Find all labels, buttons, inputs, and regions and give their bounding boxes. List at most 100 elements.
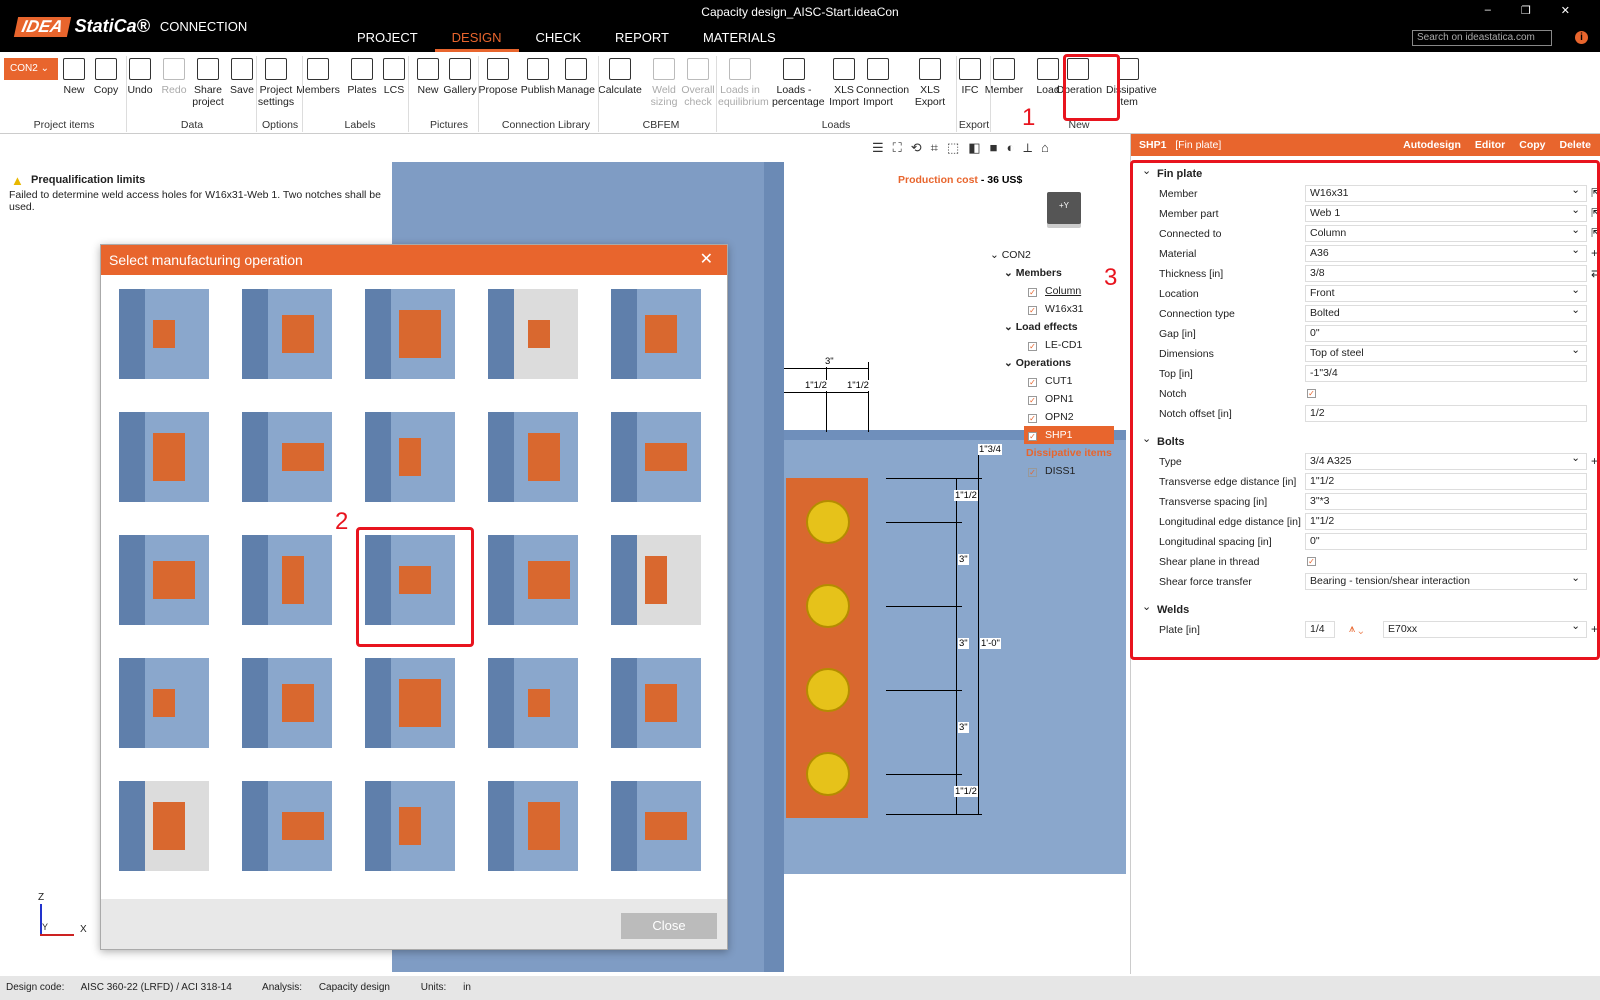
tab-report[interactable]: REPORT xyxy=(598,30,686,52)
operation-option[interactable] xyxy=(242,289,332,379)
operation-option[interactable] xyxy=(119,781,209,871)
fit-icon[interactable]: ⛶ xyxy=(893,140,902,156)
tree-item-column[interactable]: ✓ Column xyxy=(990,282,1114,300)
tree-item-opn2[interactable]: ✓ OPN2 xyxy=(990,408,1114,426)
checkbox[interactable]: ✓ xyxy=(1028,342,1037,351)
production-cost-value: - 36 US$ xyxy=(980,174,1023,186)
ribbon-button-member[interactable]: Member xyxy=(982,58,1026,96)
ribbon-button-manage[interactable]: Manage xyxy=(554,58,598,96)
ribbon-button-connection-import[interactable]: Connection Import xyxy=(856,58,909,108)
tree-item-shp1[interactable]: ✓ SHP1 xyxy=(1024,426,1114,444)
delete-button[interactable]: Delete xyxy=(1559,134,1591,156)
member-icon xyxy=(993,58,1015,80)
operation-option[interactable] xyxy=(119,535,209,625)
thumbnail-plate xyxy=(528,802,560,850)
checkbox[interactable]: ✓ xyxy=(1028,396,1037,405)
ribbon-button-propose[interactable]: Propose xyxy=(476,58,520,96)
info-icon[interactable]: i xyxy=(1575,31,1588,44)
minimize-button[interactable]: – xyxy=(1485,4,1491,17)
wireframe-icon[interactable]: ⬚ xyxy=(947,140,959,156)
crop-icon[interactable]: ⌗ xyxy=(931,140,938,156)
operation-option[interactable] xyxy=(488,781,578,871)
transparency-icon[interactable]: ◐ xyxy=(1006,140,1014,156)
checkbox[interactable]: ✓ xyxy=(1028,378,1037,387)
tree-root[interactable]: ⌄ CON2 xyxy=(990,246,1114,264)
annotation-3: 3 xyxy=(1104,264,1118,291)
tree-item-w16x31[interactable]: ✓ W16x31 xyxy=(990,300,1114,318)
operation-option[interactable] xyxy=(365,412,455,502)
redo-icon xyxy=(163,58,185,80)
view-cube[interactable]: +Y xyxy=(1047,192,1081,224)
checkbox[interactable]: ✓ xyxy=(1028,432,1037,441)
dialog-footer: Close xyxy=(101,899,727,949)
operation-option[interactable] xyxy=(611,289,701,379)
tree-item-label: Column xyxy=(1045,285,1082,297)
render-icon[interactable]: ■ xyxy=(990,140,998,156)
window-title: Capacity design_AISC-Start.ideaCon xyxy=(701,5,899,19)
ribbon-button-loads-in-equilibrium[interactable]: Loads in equilibrium xyxy=(718,58,769,108)
thumbnail-member xyxy=(611,289,637,379)
tree-load-effects[interactable]: ⌄ Load effects xyxy=(990,318,1114,336)
tab-project[interactable]: PROJECT xyxy=(340,30,435,52)
operation-option[interactable] xyxy=(242,658,332,748)
thumbnail-member xyxy=(119,289,145,379)
operation-option[interactable] xyxy=(119,289,209,379)
thumbnail-member xyxy=(365,658,391,748)
tab-design[interactable]: DESIGN xyxy=(434,30,519,52)
operation-option[interactable] xyxy=(242,535,332,625)
copy-button[interactable]: Copy xyxy=(1519,134,1545,156)
operation-option[interactable] xyxy=(488,412,578,502)
close-window-button[interactable]: ✕ xyxy=(1561,4,1570,17)
tree-dissipative[interactable]: Dissipative items xyxy=(990,444,1114,462)
section-icon[interactable]: ⟂ xyxy=(1023,140,1032,156)
operation-option[interactable] xyxy=(242,412,332,502)
editor-button[interactable]: Editor xyxy=(1475,134,1505,156)
tree-item-opn1[interactable]: ✓ OPN1 xyxy=(990,390,1114,408)
ribbon-button-xls-export[interactable]: XLS Export xyxy=(908,58,952,108)
tree-members[interactable]: ⌄ Members xyxy=(990,264,1114,282)
layers-icon[interactable]: ☰ xyxy=(872,140,884,156)
checkbox[interactable]: ✓ xyxy=(1028,288,1037,297)
ribbon-button-calculate[interactable]: Calculate xyxy=(598,58,642,96)
operation-option[interactable] xyxy=(611,781,701,871)
ribbon-button-loads-percentage[interactable]: Loads - percentage xyxy=(772,58,825,108)
operation-option[interactable] xyxy=(119,412,209,502)
operation-option[interactable] xyxy=(365,289,455,379)
operation-option[interactable] xyxy=(365,781,455,871)
tree-item-diss1[interactable]: ✓ DISS1 xyxy=(990,462,1114,480)
rotate-icon[interactable]: ⟲ xyxy=(911,140,922,156)
ribbon-button-overall-check[interactable]: Overall check xyxy=(676,58,720,108)
dim-label: 3" xyxy=(824,356,835,367)
operation-option[interactable] xyxy=(365,658,455,748)
tree-operations[interactable]: ⌄ Operations xyxy=(990,354,1114,372)
operation-option[interactable] xyxy=(611,658,701,748)
tree-dissipative-label: Dissipative items xyxy=(1026,447,1112,459)
warning-icon: ▲ xyxy=(11,173,24,188)
thumbnail-plate xyxy=(528,689,550,717)
close-button[interactable]: Close xyxy=(621,913,717,939)
tree-item-le-cd1[interactable]: ✓ LE-CD1 xyxy=(990,336,1114,354)
checkbox[interactable]: ✓ xyxy=(1028,414,1037,423)
solid-icon[interactable]: ◧ xyxy=(968,140,980,156)
operation-option[interactable] xyxy=(488,535,578,625)
search-input[interactable]: Search on ideastatica.com xyxy=(1412,30,1552,46)
operation-option[interactable] xyxy=(242,781,332,871)
checkbox[interactable]: ✓ xyxy=(1028,468,1037,477)
home-icon[interactable]: ⌂ xyxy=(1041,140,1049,156)
thumbnail-plate xyxy=(153,320,175,348)
tab-materials[interactable]: MATERIALS xyxy=(686,30,793,52)
ribbon-button-project-settings[interactable]: Project settings xyxy=(254,58,298,108)
operation-option[interactable] xyxy=(611,535,701,625)
autodesign-button[interactable]: Autodesign xyxy=(1403,134,1461,156)
operation-option[interactable] xyxy=(611,412,701,502)
connection-selector[interactable]: CON2 ⌄ xyxy=(4,58,58,80)
operation-option[interactable] xyxy=(488,289,578,379)
tab-check[interactable]: CHECK xyxy=(519,30,599,52)
operation-option[interactable] xyxy=(119,658,209,748)
tree-item-cut1[interactable]: ✓ CUT1 xyxy=(990,372,1114,390)
restore-button[interactable]: ❐ xyxy=(1521,4,1531,17)
operation-option[interactable] xyxy=(488,658,578,748)
checkbox[interactable]: ✓ xyxy=(1028,306,1037,315)
close-icon[interactable]: ✕ xyxy=(700,245,713,275)
dim-line-vertical xyxy=(956,478,957,814)
